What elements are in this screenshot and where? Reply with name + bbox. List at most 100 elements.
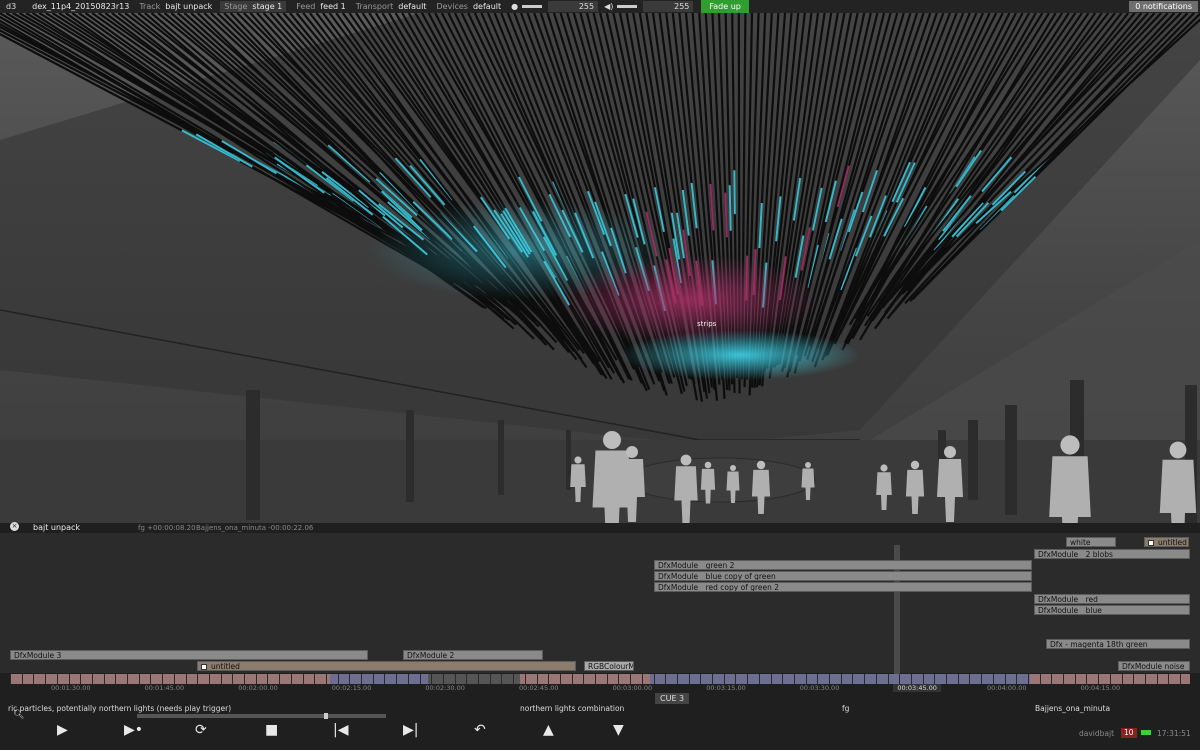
ruler-tick [735, 674, 737, 684]
ruler-tick [992, 674, 994, 684]
ruler-tick [162, 674, 164, 684]
timecode-label: 00:04:15.00 [1080, 684, 1121, 692]
battery-icon [1141, 730, 1151, 735]
ruler-tick [1121, 674, 1123, 684]
ruler-tick [981, 674, 983, 684]
ruler-tick [361, 674, 362, 684]
ruler-tick [840, 674, 842, 684]
ruler-tick [489, 674, 491, 684]
timecode-label: 00:03:15.00 [706, 684, 746, 692]
ruler-tick [1004, 674, 1006, 684]
ruler-tick [887, 674, 889, 684]
ruler-tick [910, 674, 912, 684]
layer-module-2[interactable]: DfxModule 2 [403, 650, 543, 660]
timeline-ruler[interactable] [10, 674, 1190, 684]
stop-icon[interactable]: ■ [265, 722, 278, 738]
ruler-tick [1133, 674, 1135, 684]
brightness-slider[interactable] [522, 5, 543, 8]
ruler-tick [864, 674, 866, 684]
pillar [406, 410, 414, 502]
next-section-icon[interactable]: ▶| [403, 722, 418, 738]
ruler-tick [454, 674, 456, 684]
previous-section-icon[interactable]: |◀ [333, 722, 348, 738]
timecode-label: 00:03:00.00 [612, 684, 653, 692]
layer-blue[interactable]: DfxModule__blue [1034, 605, 1190, 615]
layer-rgb-colour[interactable]: RGBColourM [584, 661, 634, 671]
timeline-scrollbar[interactable] [137, 713, 386, 719]
next-cue-icon[interactable]: ▼ [613, 722, 624, 738]
lit-strip-segment [728, 185, 732, 231]
ruler-tick [571, 674, 573, 684]
zoom-icon[interactable]: 🔍︎ [13, 710, 24, 720]
return-icon[interactable]: ↶ [474, 722, 486, 738]
layer-white[interactable]: white [1066, 537, 1116, 547]
transport-label: Transport [355, 2, 394, 11]
person-head [910, 460, 920, 470]
layer-magenta[interactable]: Dfx - magenta 18th green [1046, 639, 1190, 649]
devices-value[interactable]: default [473, 2, 501, 11]
ruler-tick [197, 674, 199, 684]
ruler-tick [676, 674, 678, 684]
ruler-tick [548, 674, 550, 684]
volume-value[interactable]: 255 [643, 1, 694, 12]
ruler-tick [208, 674, 210, 684]
timecode-label: 00:04:00.00 [987, 684, 1027, 692]
timecode-label: 00:03:30.00 [799, 684, 840, 692]
layer-red-copy[interactable]: DfxModule__red copy of green 2 [654, 582, 1032, 592]
ruler-tick [431, 674, 433, 684]
volume-slider[interactable] [617, 5, 638, 8]
user-name: davidbajt [1079, 729, 1115, 738]
close-icon[interactable]: × [10, 522, 19, 531]
loop-play-icon[interactable]: ⟳ [195, 722, 207, 738]
ruler-tick [68, 674, 70, 684]
ruler-tick [1027, 674, 1029, 684]
person-head [756, 460, 766, 470]
track-value[interactable]: bajt unpack [165, 2, 212, 11]
ruler-tick [325, 674, 327, 684]
top-bar: d3 dex_11p4_20150823r13 Track bajt unpac… [0, 0, 1200, 13]
ruler-tick [419, 674, 421, 684]
layer-untitled-right[interactable]: untitled [1144, 537, 1189, 547]
notifications-button[interactable]: 0 notifications [1129, 1, 1198, 12]
cue-name-bajjens: Bajjens_ona_minuta [1035, 704, 1111, 713]
ruler-tick [1168, 674, 1170, 684]
layer-2-blobs[interactable]: DfxModule__2 blobs [1034, 549, 1190, 559]
feed-label: Feed [296, 2, 316, 11]
stage-scene [0, 13, 1200, 523]
status-badge[interactable]: 10 [1121, 728, 1137, 738]
ruler-tick [688, 674, 690, 684]
cue-marker[interactable]: CUE 3 [655, 693, 690, 704]
person-head [730, 465, 736, 471]
pillar [968, 420, 978, 500]
play-icon[interactable]: ▶ [57, 722, 68, 738]
layer-red[interactable]: DfxModule__red [1034, 594, 1190, 604]
project-name[interactable]: dex_11p4_20150823r13 [32, 2, 129, 11]
transport-value[interactable]: default [398, 2, 426, 11]
stage-viewport[interactable]: strips [0, 13, 1200, 523]
layer-module-3[interactable]: DfxModule 3 [10, 650, 368, 660]
ruler-tick [1051, 674, 1053, 684]
layer-untitled-right-label: untitled [1158, 538, 1187, 547]
ruler-tick [21, 674, 23, 684]
previous-cue-icon[interactable]: ▲ [543, 722, 554, 738]
brightness-value[interactable]: 255 [548, 1, 599, 12]
ruler-tick [302, 674, 304, 684]
ruler-tick [700, 674, 702, 684]
play-to-end-icon[interactable]: ▶• [124, 722, 143, 738]
layer-color-swatch [1148, 540, 1154, 546]
timecodes: 00:01:30.00 00:01:45.00 00:02:00.00 00:02:1… [0, 684, 1200, 694]
layer-area[interactable]: white untitled DfxModule__2 blobs DfxMod… [0, 533, 1200, 680]
stage-selector[interactable]: Stage stage 1 [220, 1, 287, 12]
layer-noise[interactable]: DfxModule noise [1118, 661, 1190, 671]
pillar [246, 390, 260, 520]
ruler-tick [290, 674, 292, 684]
feed-value[interactable]: feed 1 [320, 2, 345, 11]
fade-up-button[interactable]: Fade up [701, 0, 749, 13]
scrollbar-handle[interactable] [324, 713, 328, 719]
layer-blue-copy[interactable]: DfxModule__blue copy of green [654, 571, 1032, 581]
layer-untitled-left[interactable]: untitled [197, 661, 576, 671]
ruler-tick [384, 674, 386, 684]
layer-green-2[interactable]: DfxModule__green 2 [654, 560, 1032, 570]
track-label: Track [139, 2, 161, 11]
devices-label: Devices [436, 2, 468, 11]
